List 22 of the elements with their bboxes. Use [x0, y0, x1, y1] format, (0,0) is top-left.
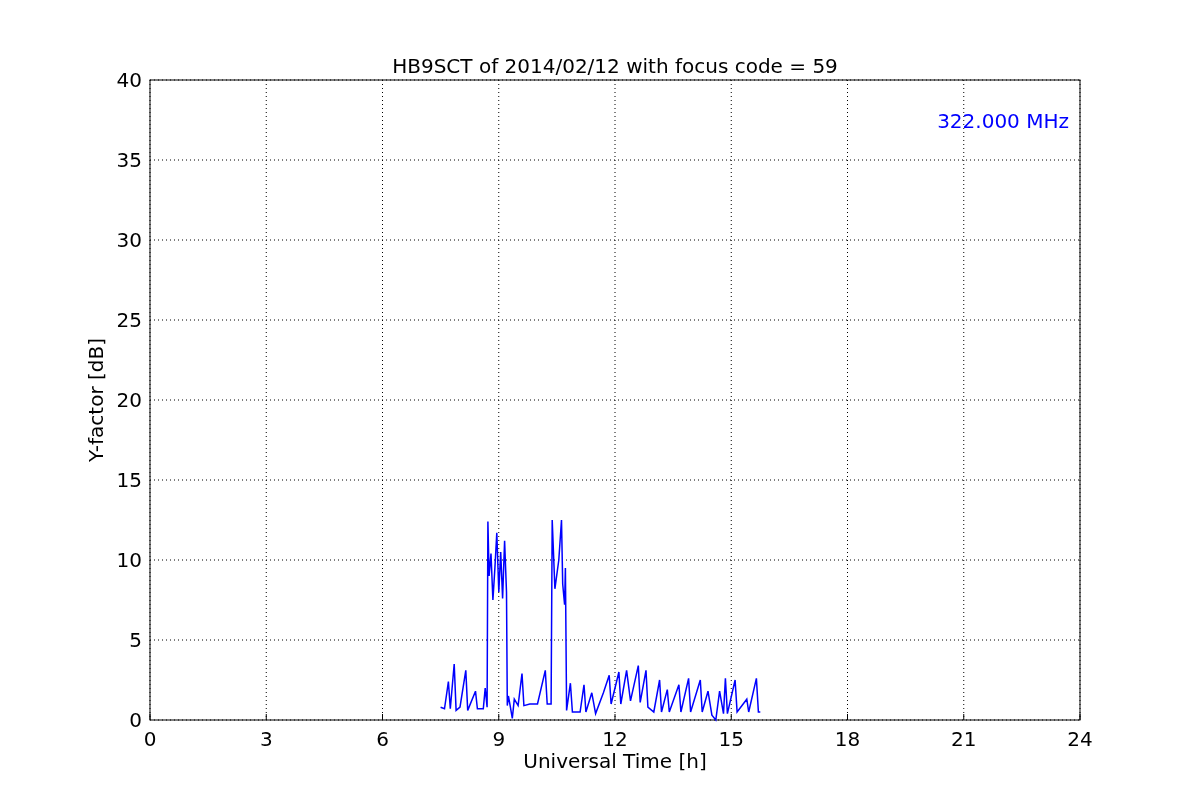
x-tick-label: 21 [951, 727, 977, 751]
x-tick-label: 0 [143, 727, 157, 751]
x-tick-label: 3 [259, 727, 273, 751]
y-tick-label: 20 [116, 388, 142, 412]
y-tick-label: 35 [116, 148, 142, 172]
x-tick-label: 6 [376, 727, 389, 751]
y-tick-label: 30 [116, 228, 142, 252]
y-tick-label: 0 [129, 708, 142, 732]
y-axis-label: Y-factor [dB] [84, 338, 108, 462]
y-tick-label: 40 [116, 68, 142, 92]
legend-label: 322.000 MHz [937, 109, 1069, 133]
y-tick-label: 25 [116, 308, 142, 332]
x-tick-label: 9 [492, 727, 506, 751]
chart-title: HB9SCT of 2014/02/12 with focus code = 59 [392, 54, 838, 78]
y-tick-label: 10 [116, 548, 142, 572]
x-tick-label: 12 [602, 727, 628, 751]
x-tick-label: 24 [1067, 727, 1093, 751]
y-tick-label: 5 [129, 628, 142, 652]
x-tick-label: 18 [834, 727, 861, 751]
x-axis-label: Universal Time [h] [523, 749, 707, 773]
y-tick-label: 15 [116, 468, 142, 492]
x-tick-label: 15 [718, 727, 744, 751]
